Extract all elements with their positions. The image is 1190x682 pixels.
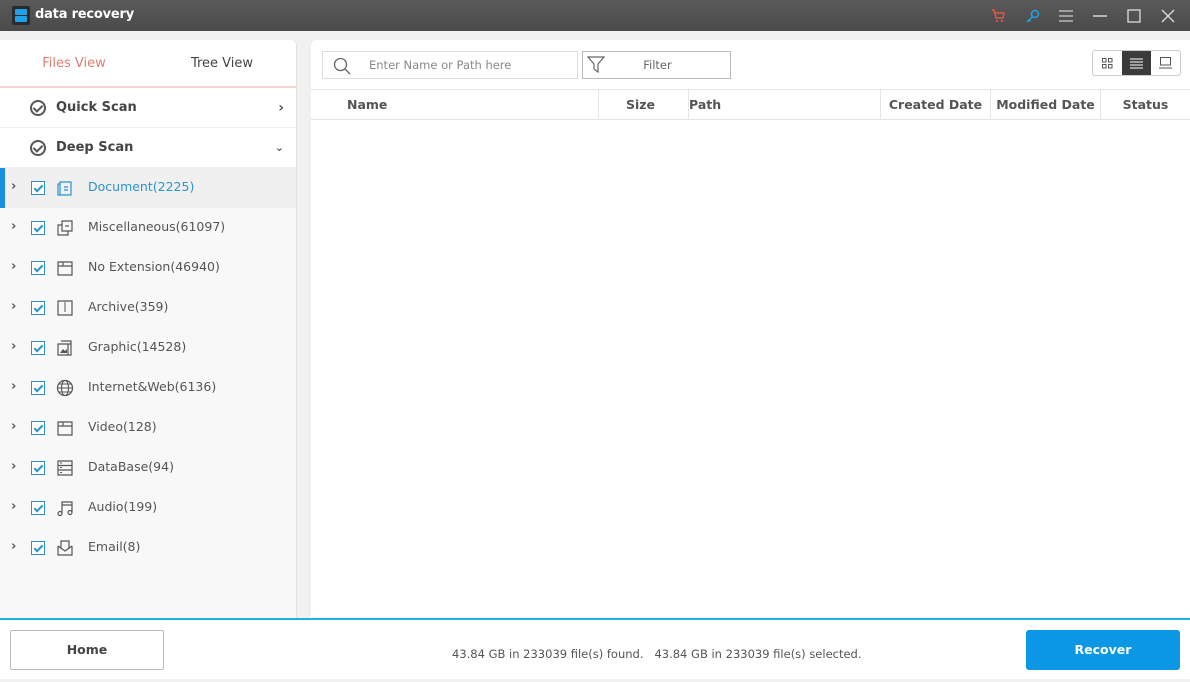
cart-icon[interactable] (987, 5, 1009, 27)
archive-icon (57, 300, 73, 316)
category-checkbox[interactable] (31, 261, 45, 275)
category-checkbox[interactable] (31, 421, 45, 435)
preview-icon (1159, 57, 1172, 69)
title-bar: data recovery (0, 0, 1190, 31)
expand-arrow-icon[interactable]: › (11, 299, 16, 314)
expand-arrow-icon[interactable]: › (11, 259, 16, 274)
recover-button[interactable]: Recover (1026, 630, 1180, 670)
category-checkbox[interactable] (31, 301, 45, 315)
category-label: DataBase(94) (88, 459, 174, 474)
filter-label: Filter (643, 58, 672, 72)
category-internet-web[interactable]: › Internet&Web(6136) (0, 368, 296, 408)
main-panel: Filter Name Size Path Created Date Modif… (311, 40, 1190, 618)
maximize-icon[interactable] (1123, 5, 1145, 27)
category-checkbox[interactable] (31, 181, 45, 195)
category-checkbox[interactable] (31, 381, 45, 395)
chevron-right-icon[interactable]: › (278, 100, 284, 116)
expand-arrow-icon[interactable]: › (11, 179, 16, 194)
category-checkbox[interactable] (31, 461, 45, 475)
deep-scan-row[interactable]: Deep Scan ⌄ (0, 128, 296, 168)
expand-arrow-icon[interactable]: › (11, 419, 16, 434)
globe-icon (56, 379, 74, 397)
category-checkbox[interactable] (31, 541, 45, 555)
category-label: Internet&Web(6136) (88, 379, 217, 394)
close-icon[interactable] (1157, 5, 1179, 27)
category-audio[interactable]: › Audio(199) (0, 488, 296, 528)
email-icon (57, 540, 73, 556)
grid-icon (1102, 57, 1113, 68)
preview-view-button[interactable] (1151, 51, 1180, 75)
status-selected: 43.84 GB in 233039 file(s) selected. (654, 647, 862, 661)
video-folder-icon (57, 421, 73, 436)
deep-scan-label: Deep Scan (56, 140, 134, 155)
category-checkbox[interactable] (31, 341, 45, 355)
column-status[interactable]: Status (1101, 90, 1190, 119)
chevron-down-icon[interactable]: ⌄ (275, 141, 284, 154)
document-icon (57, 181, 72, 196)
tab-tree-view[interactable]: Tree View (148, 40, 296, 88)
quick-scan-row[interactable]: Quick Scan › (0, 88, 296, 128)
app-logo-icon (12, 6, 30, 25)
music-note-icon (57, 501, 73, 517)
category-label: Miscellaneous(61097) (88, 219, 226, 234)
tab-files-view[interactable]: Files View (0, 40, 148, 90)
database-icon (57, 460, 73, 476)
column-modified-date[interactable]: Modified Date (991, 90, 1101, 119)
expand-arrow-icon[interactable]: › (11, 539, 16, 554)
graphic-icon (57, 340, 72, 356)
category-label: No Extension(46940) (88, 259, 220, 274)
category-label: Audio(199) (88, 499, 158, 514)
view-tabs: Files View Tree View (0, 40, 296, 90)
column-size[interactable]: Size (599, 90, 689, 119)
column-created-date[interactable]: Created Date (881, 90, 991, 119)
column-name[interactable]: Name (311, 90, 599, 119)
search-icon (333, 57, 351, 75)
grid-view-button[interactable] (1093, 51, 1122, 75)
category-miscellaneous[interactable]: › Miscellaneous(61097) (0, 208, 296, 248)
sidebar: Files View Tree View Quick Scan › Deep S… (0, 40, 297, 618)
view-mode-switcher (1092, 50, 1181, 76)
check-circle-icon (30, 100, 46, 116)
file-table-header: Name Size Path Created Date Modified Dat… (311, 89, 1190, 120)
check-circle-icon (30, 140, 46, 156)
search-input[interactable] (369, 56, 569, 74)
category-label: Archive(359) (88, 299, 169, 314)
key-icon[interactable] (1022, 5, 1044, 27)
app-title: data recovery (35, 7, 135, 22)
category-label: Document(2225) (88, 179, 195, 194)
search-box[interactable] (322, 51, 578, 79)
category-graphic[interactable]: › Graphic(14528) (0, 328, 296, 368)
category-no-extension[interactable]: › No Extension(46940) (0, 248, 296, 288)
expand-arrow-icon[interactable]: › (11, 499, 16, 514)
category-archive[interactable]: › Archive(359) (0, 288, 296, 328)
miscellaneous-icon (57, 220, 73, 236)
category-email[interactable]: › Email(8) (0, 528, 296, 568)
category-label: Graphic(14528) (88, 339, 187, 354)
category-document[interactable]: › Document(2225) (0, 168, 296, 208)
column-path[interactable]: Path (689, 90, 881, 119)
quick-scan-label: Quick Scan (56, 100, 137, 115)
expand-arrow-icon[interactable]: › (11, 459, 16, 474)
list-view-button[interactable] (1122, 51, 1151, 75)
minimize-icon[interactable] (1089, 5, 1111, 27)
menu-icon[interactable] (1055, 5, 1077, 27)
scan-status: 43.84 GB in 233039 file(s) found. 43.84 … (452, 647, 862, 661)
file-table-body (311, 120, 1190, 618)
category-checkbox[interactable] (31, 501, 45, 515)
folder-icon (57, 261, 73, 276)
expand-arrow-icon[interactable]: › (11, 219, 16, 234)
category-video[interactable]: › Video(128) (0, 408, 296, 448)
category-database[interactable]: › DataBase(94) (0, 448, 296, 488)
filter-button[interactable]: Filter (582, 51, 731, 79)
expand-arrow-icon[interactable]: › (11, 379, 16, 394)
home-button[interactable]: Home (10, 630, 164, 670)
category-label: Email(8) (88, 539, 141, 554)
status-found: 43.84 GB in 233039 file(s) found. (452, 647, 644, 661)
category-checkbox[interactable] (31, 221, 45, 235)
list-icon (1130, 57, 1143, 69)
category-label: Video(128) (88, 419, 157, 434)
footer-bar: Home 43.84 GB in 233039 file(s) found. 4… (0, 618, 1190, 682)
expand-arrow-icon[interactable]: › (11, 339, 16, 354)
